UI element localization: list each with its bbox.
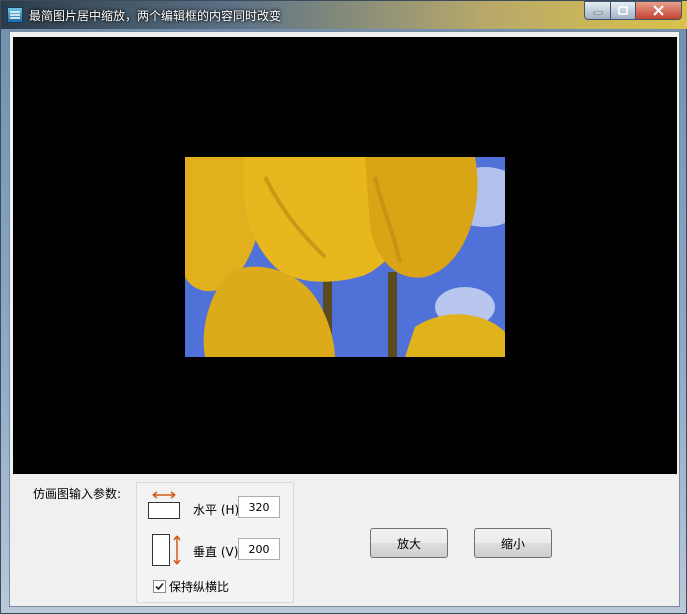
- title-bar[interactable]: 最简图片居中缩放，两个编辑框的内容同时改变: [1, 1, 687, 29]
- zoom-in-button[interactable]: 放大: [370, 528, 448, 558]
- keep-ratio-row[interactable]: 保持纵横比: [153, 578, 229, 595]
- app-icon[interactable]: [7, 7, 23, 23]
- maximize-button[interactable]: [610, 1, 636, 20]
- app-window: 最简图片居中缩放，两个编辑框的内容同时改变 仿画图输入参数: 水平 (H) 32…: [0, 0, 687, 614]
- keep-ratio-checkbox[interactable]: [153, 580, 166, 593]
- checkmark-icon: [155, 582, 164, 591]
- client-area: 仿画图输入参数: 水平 (H) 垂直 (V): [9, 31, 680, 607]
- params-label: 仿画图输入参数:: [33, 487, 122, 501]
- minimize-button[interactable]: [584, 1, 611, 20]
- minimize-icon: [593, 11, 602, 14]
- horizontal-resize-icon: [147, 490, 181, 520]
- maximize-icon: [618, 5, 628, 15]
- close-button[interactable]: [635, 1, 682, 20]
- vertical-resize-icon: [151, 533, 185, 567]
- resize-params-group: 水平 (H) 垂直 (V) 保持纵横比: [136, 482, 294, 603]
- image-viewport: [13, 37, 677, 474]
- keep-ratio-label: 保持纵横比: [169, 580, 230, 594]
- horizontal-input[interactable]: [238, 496, 280, 518]
- horizontal-label: 水平 (H): [193, 503, 240, 517]
- vertical-label: 垂直 (V): [193, 545, 239, 559]
- zoom-out-button[interactable]: 缩小: [474, 528, 552, 558]
- close-icon: [653, 5, 664, 16]
- tulip-photo: [185, 157, 505, 357]
- vertical-input[interactable]: [238, 538, 280, 560]
- window-title: 最简图片居中缩放，两个编辑框的内容同时改变: [29, 9, 282, 23]
